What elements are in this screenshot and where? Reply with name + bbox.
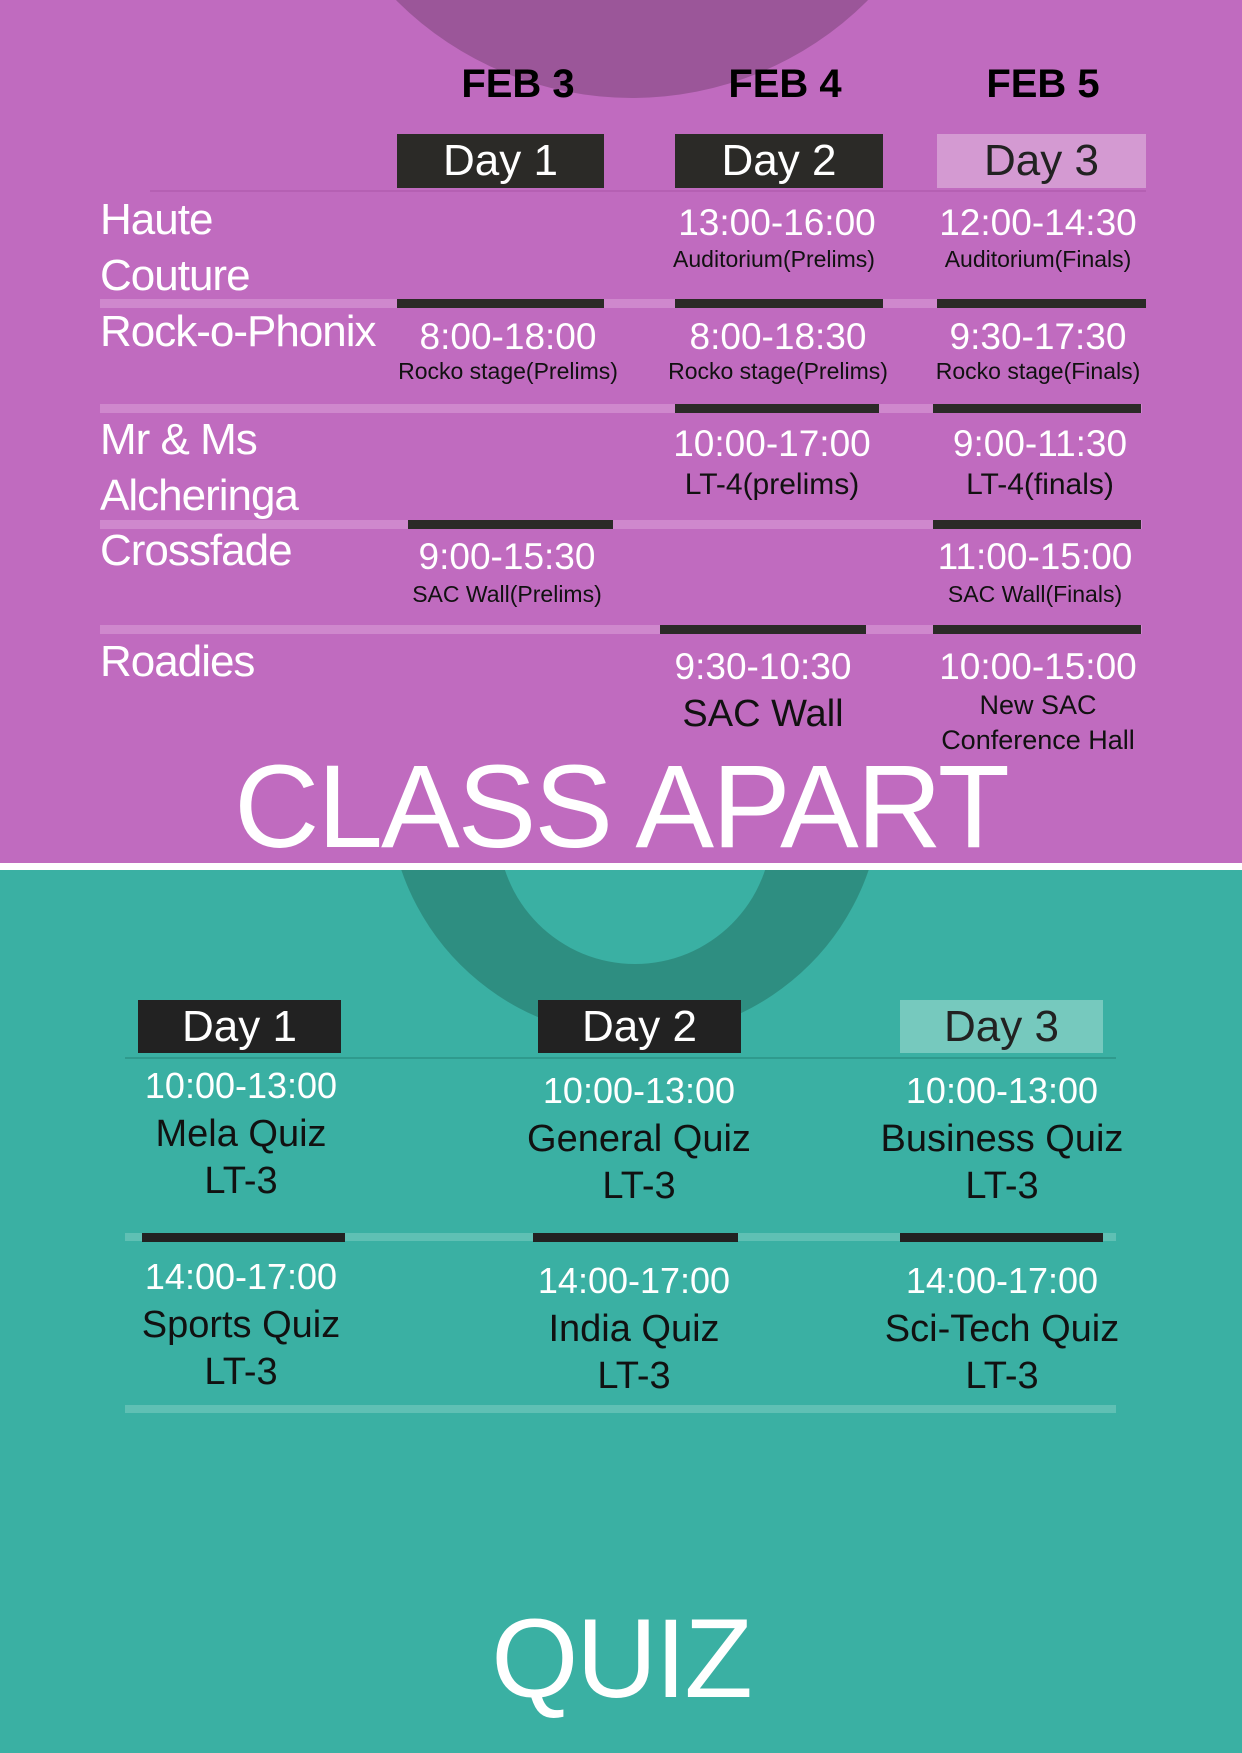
- day-marker: [937, 299, 1146, 308]
- quiz-day-3-header: Day 3: [900, 1000, 1103, 1053]
- slot-venue: SAC Wall(Finals): [947, 581, 1123, 607]
- day-marker: [933, 625, 1141, 634]
- section-divider: [0, 863, 1242, 870]
- slot-venue: Auditorium(Prelims): [673, 246, 875, 272]
- slot-venue: Rocko stage(Prelims): [398, 358, 618, 384]
- row-separator: [125, 1405, 1116, 1413]
- slot-venue: SAC Wall: [682, 693, 844, 735]
- slot-time: 13:00-16:00: [678, 202, 876, 243]
- slot-time: 8:00-18:30: [689, 316, 867, 357]
- day-marker: [660, 625, 866, 634]
- quiz-name: Business Quiz: [880, 1118, 1124, 1160]
- date-feb3: FEB 3: [461, 62, 575, 106]
- slot-time: 8:00-18:00: [419, 316, 597, 357]
- header-divider: [150, 190, 1146, 192]
- slot-venue: Auditorium(Finals): [944, 246, 1132, 272]
- event-label-alcheringa: Alcheringa: [100, 471, 299, 520]
- slot-venue: LT-4(finals): [966, 468, 1114, 501]
- slot-time: 9:00-15:30: [418, 536, 596, 577]
- day-2-header: Day 2: [675, 134, 883, 188]
- day-marker: [397, 299, 604, 308]
- slot-time: 9:30-10:30: [674, 646, 852, 687]
- quiz-name: Sci-Tech Quiz: [884, 1308, 1120, 1350]
- date-feb5: FEB 5: [986, 62, 1100, 106]
- day-marker: [675, 299, 883, 308]
- quiz-venue: LT-3: [204, 1351, 278, 1393]
- day-marker: [408, 520, 613, 529]
- quiz-time: 14:00-17:00: [144, 1256, 338, 1297]
- quiz-day-1-header: Day 1: [138, 1000, 341, 1053]
- slot-venue-line: New SAC: [979, 690, 1097, 720]
- day-marker: [933, 404, 1141, 413]
- quiz-time: 10:00-13:00: [144, 1065, 338, 1106]
- quiz-time: 10:00-13:00: [905, 1070, 1099, 1111]
- event-label-haute: Haute: [100, 195, 213, 244]
- day-1-header: Day 1: [397, 134, 604, 188]
- slot-time: 9:00-11:30: [952, 423, 1128, 464]
- event-label-roadies: Roadies: [100, 637, 255, 686]
- quiz-venue: LT-3: [597, 1355, 671, 1397]
- slot-time: 12:00-14:30: [939, 202, 1137, 243]
- slot-time: 10:00-17:00: [673, 423, 871, 464]
- event-label-couture: Couture: [100, 251, 251, 300]
- quiz-time: 14:00-17:00: [905, 1260, 1099, 1301]
- class-apart-title: CLASS APART: [234, 741, 1010, 863]
- day-3-header: Day 3: [937, 134, 1146, 188]
- class-apart-section: FEB 3 FEB 4 FEB 5 Day 1 Day 2 Day 3 Haut…: [0, 0, 1242, 863]
- quiz-name: Sports Quiz: [141, 1304, 341, 1346]
- quiz-day-2-header: Day 2: [538, 1000, 741, 1053]
- quiz-venue: LT-3: [204, 1160, 278, 1202]
- slot-venue: SAC Wall(Prelims): [412, 581, 602, 607]
- quiz-time: 14:00-17:00: [537, 1260, 731, 1301]
- day-marker: [142, 1233, 345, 1242]
- day-marker: [900, 1233, 1103, 1242]
- event-label-crossfade: Crossfade: [100, 526, 293, 575]
- slot-venue: LT-4(prelims): [684, 468, 860, 501]
- header-divider: [125, 1057, 1116, 1059]
- event-label-mr-ms: Mr & Ms: [100, 415, 258, 464]
- event-label-rock-o-phonix: Rock-o-Phonix: [100, 307, 377, 356]
- slot-time: 11:00-15:00: [937, 536, 1133, 577]
- quiz-name: General Quiz: [527, 1118, 751, 1160]
- slot-venue: Rocko stage(Finals): [935, 358, 1141, 384]
- quiz-venue: LT-3: [965, 1355, 1039, 1397]
- slot-time: 9:30-17:30: [949, 316, 1127, 357]
- day-marker: [933, 520, 1141, 529]
- day-marker: [675, 404, 879, 413]
- quiz-venue: LT-3: [965, 1165, 1039, 1207]
- quiz-section: Day 1 Day 2 Day 3 10:00-13:00 Mela Quiz …: [0, 870, 1242, 1753]
- quiz-name: India Quiz: [548, 1308, 720, 1350]
- quiz-venue: LT-3: [602, 1165, 676, 1207]
- slot-time: 10:00-15:00: [939, 646, 1137, 687]
- quiz-time: 10:00-13:00: [542, 1070, 736, 1111]
- quiz-name: Mela Quiz: [155, 1113, 327, 1155]
- day-marker: [533, 1233, 738, 1242]
- quiz-title: QUIZ: [491, 1596, 753, 1721]
- slot-venue: Rocko stage(Prelims): [668, 358, 888, 384]
- date-feb4: FEB 4: [728, 62, 842, 106]
